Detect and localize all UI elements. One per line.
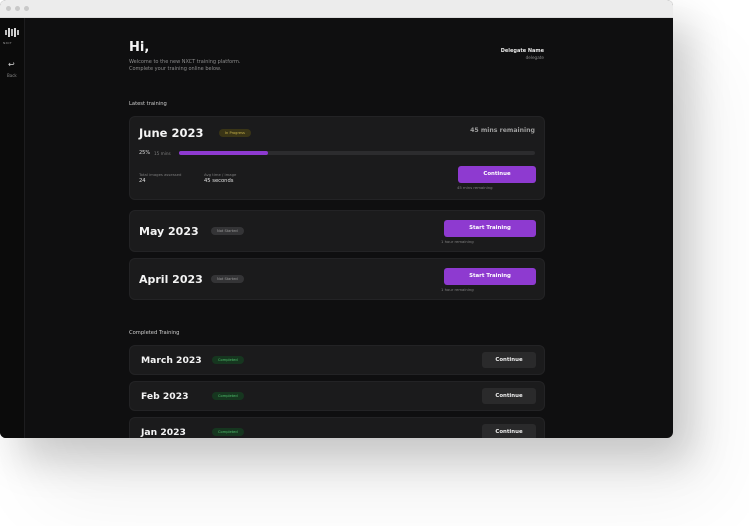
completed-card-feb: Feb 2023 Completed Continue	[129, 381, 545, 411]
welcome-line-2: Complete your training online below.	[129, 65, 222, 72]
window-maximize-dot[interactable]	[24, 6, 29, 11]
logo-icon	[5, 28, 19, 37]
latest-training-title: Latest training	[129, 101, 167, 107]
completed-card-jan: Jan 2023 Completed Continue	[129, 417, 545, 438]
continue-button[interactable]: Continue	[458, 166, 536, 183]
greeting-heading: Hi,	[129, 40, 150, 55]
stat-avgtime-value: 45 seconds	[204, 178, 234, 184]
main-content: Hi, Welcome to the new NXCT training pla…	[25, 18, 673, 438]
start-training-button[interactable]: Start Training	[444, 220, 536, 237]
status-badge: Completed	[212, 428, 244, 436]
window-titlebar	[0, 0, 673, 18]
card-month: March 2023	[141, 355, 202, 366]
completed-card-march: March 2023 Completed Continue	[129, 345, 545, 375]
welcome-text: Welcome to the new NXCT training platfor…	[129, 59, 329, 72]
button-sub-remaining: 1 hour remaining	[441, 239, 474, 244]
stat-avgtime-label: Avg time / image	[204, 172, 237, 177]
back-label[interactable]: Back	[7, 73, 17, 78]
delegate-name: Delegate Name	[500, 48, 544, 54]
status-badge: Not Started	[211, 227, 244, 235]
window-minimize-dot[interactable]	[15, 6, 20, 11]
completed-training-title: Completed Training	[129, 330, 180, 336]
continue-button[interactable]: Continue	[482, 352, 536, 368]
status-badge: Not Started	[211, 275, 244, 283]
status-badge: Completed	[212, 356, 244, 364]
stat-images-value: 24	[139, 178, 146, 184]
progress-bar	[179, 151, 535, 155]
back-arrow-icon[interactable]: ↩	[8, 61, 15, 69]
card-month: Feb 2023	[141, 391, 189, 402]
progress-bar-fill	[179, 151, 268, 155]
status-badge: Completed	[212, 392, 244, 400]
continue-button[interactable]: Continue	[482, 388, 536, 404]
stat-images-label: Total images assessed	[139, 172, 182, 177]
training-card-april: April 2023 Not Started Start Training 1 …	[129, 258, 545, 300]
card-month: April 2023	[139, 273, 203, 286]
training-card-may: May 2023 Not Started Start Training 1 ho…	[129, 210, 545, 252]
sidebar: NXCT ↩ Back	[0, 18, 25, 438]
delegate-id: delegate	[525, 55, 544, 60]
start-training-button[interactable]: Start Training	[444, 268, 536, 285]
continue-button[interactable]: Continue	[482, 424, 536, 438]
logo-text: NXCT	[3, 41, 12, 45]
card-month: June 2023	[139, 126, 204, 140]
card-month: May 2023	[139, 225, 199, 238]
training-card-june: June 2023 In Progress 45 mins remaining …	[129, 116, 545, 200]
button-sub-remaining: 45 mins remaining	[457, 185, 493, 190]
progress-mins: 15 mins	[154, 150, 171, 156]
remaining-time: 45 mins remaining	[470, 127, 535, 134]
button-sub-remaining: 1 hour remaining	[441, 287, 474, 292]
card-month: Jan 2023	[141, 427, 186, 438]
welcome-line-1: Welcome to the new NXCT training platfor…	[129, 59, 241, 65]
app-window: NXCT ↩ Back Hi, Welcome to the new NXCT …	[0, 0, 673, 438]
window-close-dot[interactable]	[6, 6, 11, 11]
status-badge: In Progress	[219, 129, 251, 137]
progress-percent: 25%	[139, 150, 151, 156]
